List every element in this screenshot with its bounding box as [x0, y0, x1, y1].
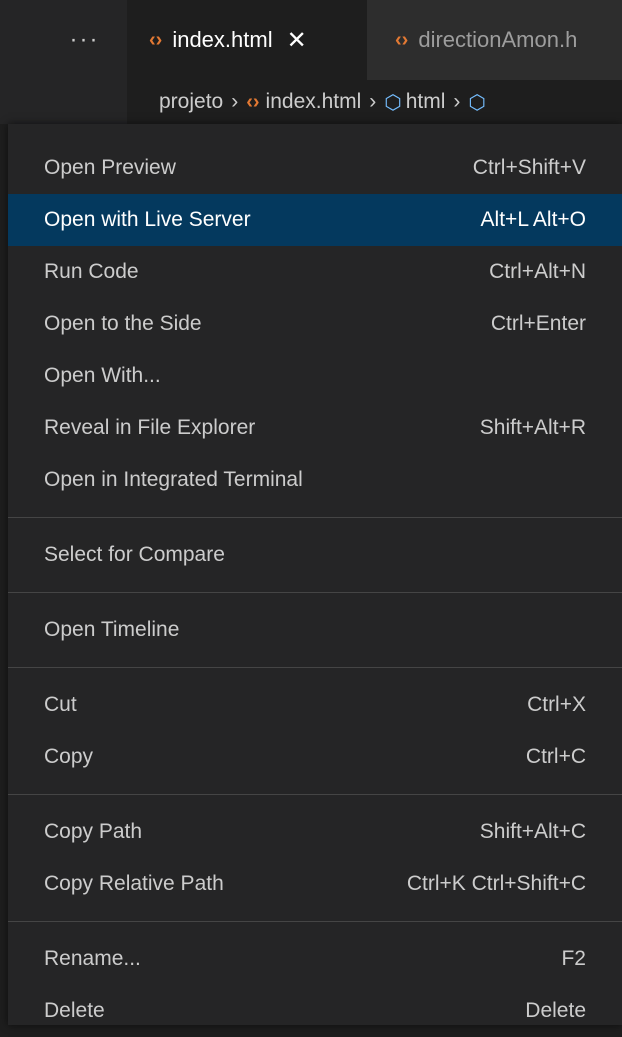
- menu-item-shortcut: Shift+Alt+C: [479, 820, 586, 843]
- menu-item-copy-relative-path[interactable]: Copy Relative Path Ctrl+K Ctrl+Shift+C: [8, 858, 622, 910]
- symbol-cube-icon: ⬡: [468, 91, 486, 114]
- tab-bar: ··· ‹› index.html ✕ ‹› directionAmon.h: [0, 0, 622, 80]
- html-file-icon: ‹›: [395, 28, 409, 51]
- menu-item-label: Rename...: [44, 947, 141, 970]
- html-file-icon: ‹›: [246, 90, 260, 113]
- menu-item-shortcut: Delete: [525, 999, 586, 1022]
- menu-item-cut[interactable]: Cut Ctrl+X: [8, 679, 622, 731]
- menu-item-shortcut: Ctrl+Enter: [490, 312, 586, 335]
- menu-item-copy-path[interactable]: Copy Path Shift+Alt+C: [8, 806, 622, 858]
- menu-item-delete[interactable]: Delete Delete: [8, 985, 622, 1037]
- menu-item-label: Reveal in File Explorer: [44, 416, 256, 439]
- menu-item-shortcut: Ctrl+C: [525, 745, 586, 768]
- chevron-right-icon: ›: [231, 90, 239, 113]
- html-file-icon: ‹›: [149, 28, 163, 51]
- menu-item-label: Open Preview: [44, 156, 176, 179]
- tab-label: index.html: [172, 27, 273, 52]
- menu-item-copy[interactable]: Copy Ctrl+C: [8, 731, 622, 783]
- tab-label: directionAmon.h: [418, 27, 578, 52]
- menu-item-run-code[interactable]: Run Code Ctrl+Alt+N: [8, 246, 622, 298]
- menu-item-label: Select for Compare: [44, 543, 225, 566]
- menu-item-shortcut: Ctrl+Shift+V: [472, 156, 586, 179]
- more-tabs-button[interactable]: ···: [42, 0, 127, 80]
- menu-item-shortcut: F2: [561, 947, 586, 970]
- menu-item-label: Cut: [44, 693, 77, 716]
- menu-item-label: Run Code: [44, 260, 139, 283]
- symbol-cube-icon: ⬡: [384, 91, 402, 114]
- menu-item-open-with[interactable]: Open With...: [8, 350, 622, 402]
- breadcrumb-item-html[interactable]: html: [406, 90, 446, 114]
- menu-item-label: Delete: [44, 999, 105, 1022]
- menu-item-shortcut: Shift+Alt+R: [479, 416, 586, 439]
- breadcrumb: projeto › ‹› index.html › ⬡ html › ⬡: [127, 80, 622, 124]
- menu-item-shortcut: Ctrl+Alt+N: [489, 260, 586, 283]
- context-menu: Open Preview Ctrl+Shift+V Open with Live S…: [8, 124, 622, 1025]
- menu-item-open-in-integrated-terminal[interactable]: Open in Integrated Terminal: [8, 454, 622, 506]
- menu-divider: [8, 517, 622, 518]
- breadcrumb-item-index-html[interactable]: index.html: [266, 90, 362, 114]
- menu-divider: [8, 667, 622, 668]
- menu-item-shortcut: Ctrl+X: [527, 693, 586, 716]
- menu-item-shortcut: Alt+L Alt+O: [480, 208, 586, 231]
- menu-item-reveal-in-file-explorer[interactable]: Reveal in File Explorer Shift+Alt+R: [8, 402, 622, 454]
- menu-item-label: Copy: [44, 745, 94, 768]
- menu-divider: [8, 592, 622, 593]
- chevron-right-icon: ›: [453, 90, 461, 113]
- close-icon[interactable]: ✕: [287, 26, 307, 55]
- menu-item-label: Open Timeline: [44, 618, 180, 641]
- menu-item-label: Copy Path: [44, 820, 143, 843]
- breadcrumb-gutter: [0, 80, 127, 124]
- menu-item-label: Open with Live Server: [44, 208, 251, 231]
- menu-divider: [8, 794, 622, 795]
- menu-item-shortcut: Ctrl+K Ctrl+Shift+C: [406, 872, 586, 895]
- menu-item-label: Open to the Side: [44, 312, 202, 335]
- menu-item-label: Open With...: [44, 364, 161, 387]
- tab-index-html[interactable]: ‹› index.html ✕: [127, 0, 367, 80]
- menu-item-label: Copy Relative Path: [44, 872, 224, 895]
- menu-item-open-with-live-server[interactable]: Open with Live Server Alt+L Alt+O: [8, 194, 622, 246]
- menu-item-open-to-the-side[interactable]: Open to the Side Ctrl+Enter: [8, 298, 622, 350]
- chevron-right-icon: ›: [369, 90, 377, 113]
- breadcrumb-item-projeto[interactable]: projeto: [159, 90, 223, 114]
- menu-item-open-timeline[interactable]: Open Timeline: [8, 604, 622, 656]
- menu-divider: [8, 921, 622, 922]
- menu-item-select-for-compare[interactable]: Select for Compare: [8, 529, 622, 581]
- menu-item-rename[interactable]: Rename... F2: [8, 933, 622, 985]
- menu-item-label: Open in Integrated Terminal: [44, 468, 303, 491]
- menu-item-open-preview[interactable]: Open Preview Ctrl+Shift+V: [8, 142, 622, 194]
- tab-direction-amon[interactable]: ‹› directionAmon.h: [367, 0, 622, 80]
